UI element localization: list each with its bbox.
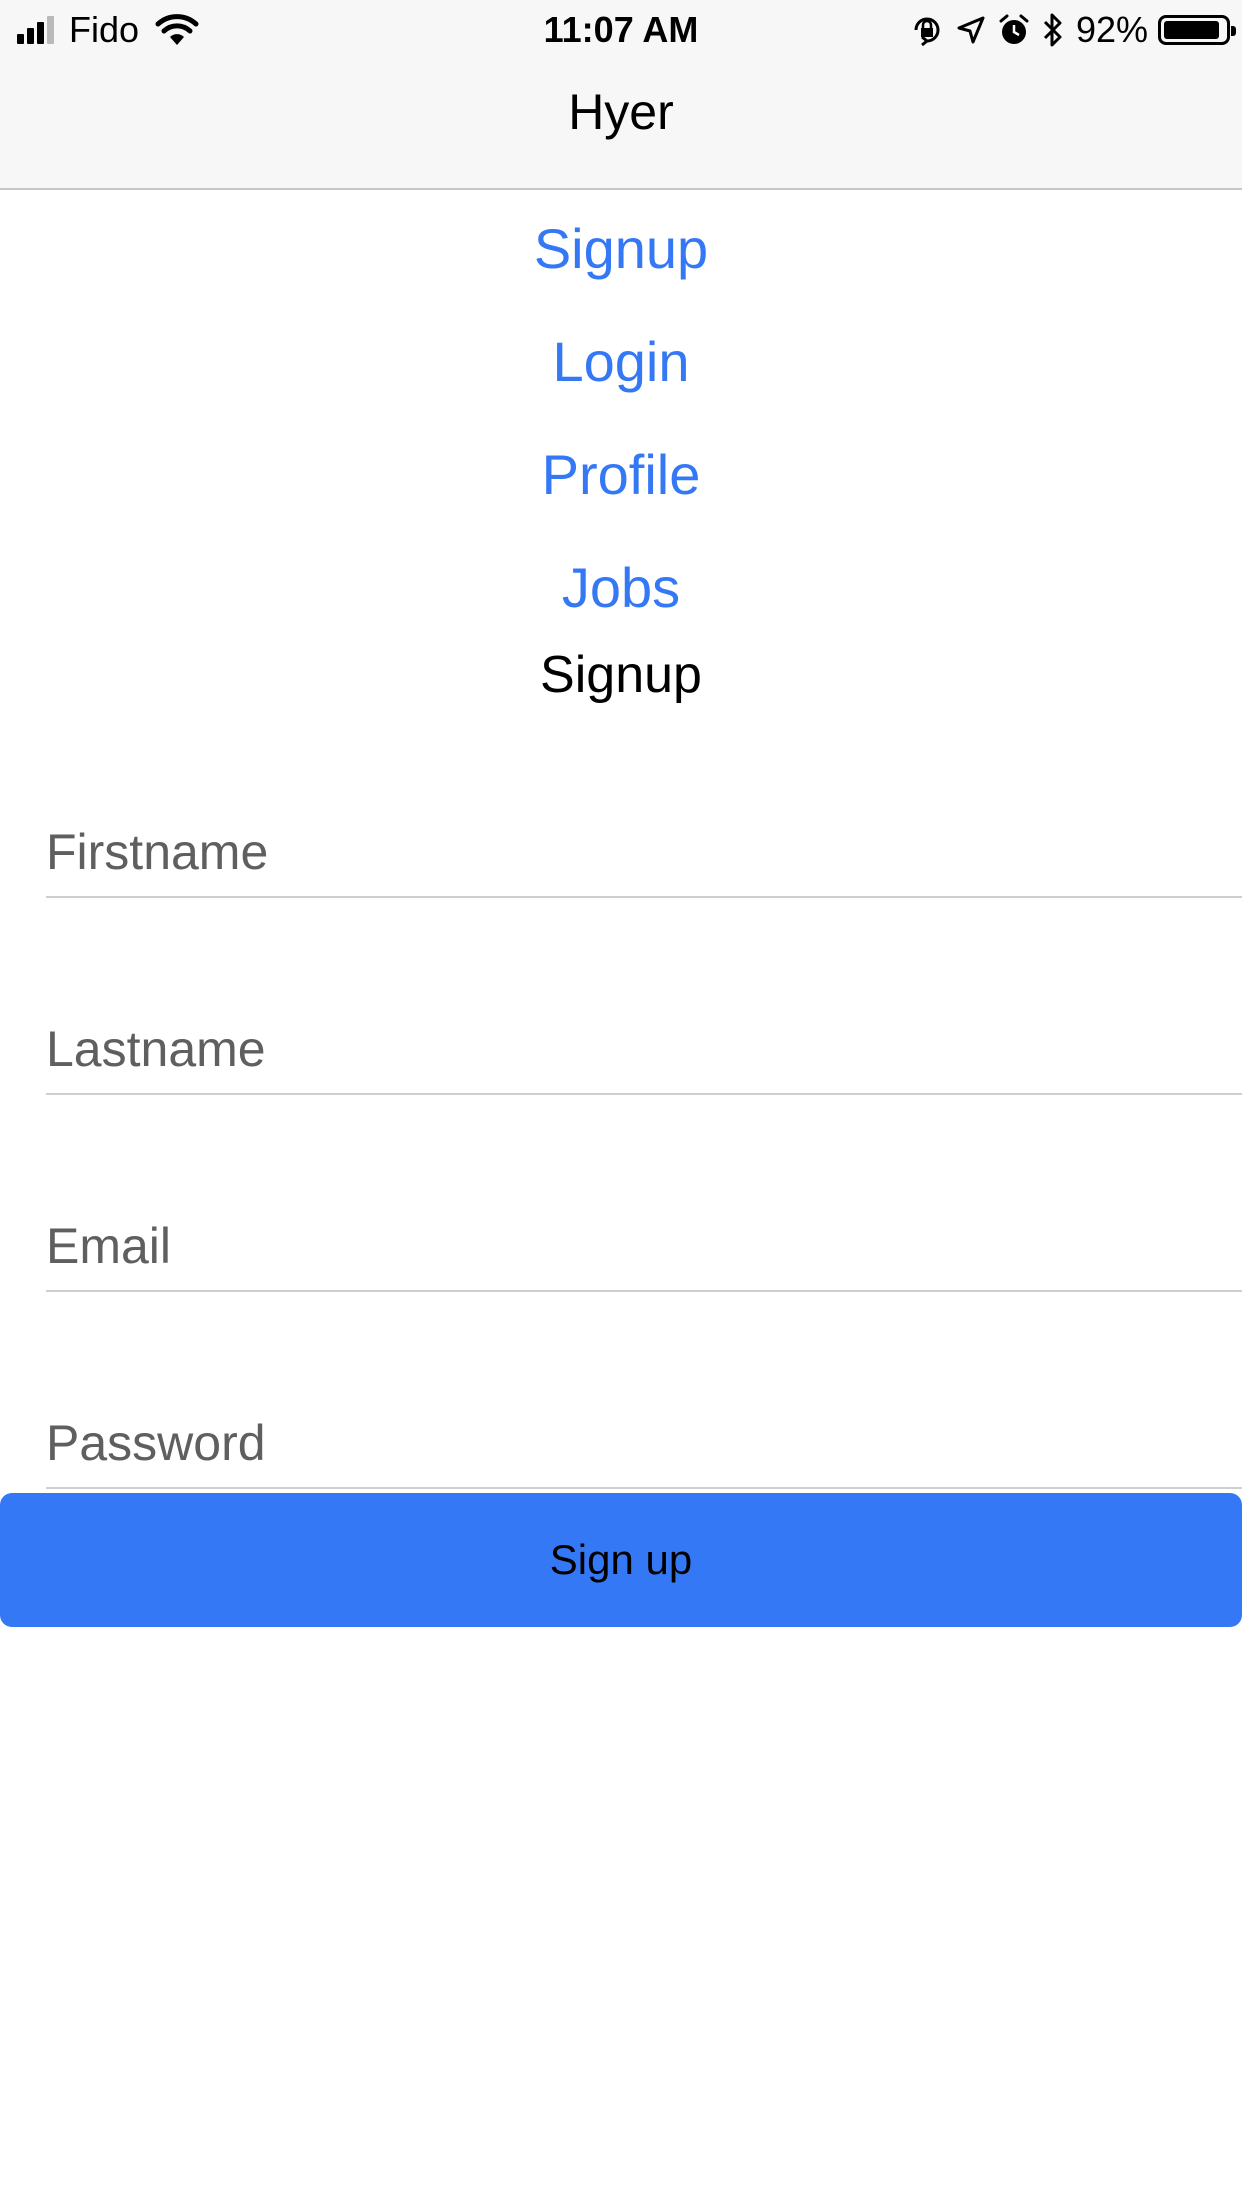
status-bar-right: 92% xyxy=(910,9,1236,50)
orientation-lock-icon xyxy=(910,13,944,47)
battery-icon xyxy=(1158,15,1236,45)
location-icon xyxy=(956,15,986,45)
battery-fill xyxy=(1164,21,1219,39)
nav-links: Signup Login Profile Jobs xyxy=(0,208,1242,660)
password-input[interactable] xyxy=(46,1399,1242,1487)
nav-title: Hyer xyxy=(568,84,674,140)
link-login[interactable]: Login xyxy=(0,321,1242,434)
status-bar: Fido 11:07 AM 92% xyxy=(0,0,1242,58)
link-profile[interactable]: Profile xyxy=(0,434,1242,547)
form-title: Signup xyxy=(540,646,702,704)
email-field-container xyxy=(46,1202,1242,1292)
carrier-name: Fido xyxy=(69,9,140,50)
lastname-input[interactable] xyxy=(46,1005,1242,1093)
battery-nub xyxy=(1231,26,1236,36)
wifi-icon xyxy=(155,13,199,47)
bluetooth-icon xyxy=(1042,12,1064,48)
navigation-bar: Hyer xyxy=(0,58,1242,190)
signal-icon xyxy=(17,16,57,44)
password-field-container xyxy=(46,1399,1242,1489)
link-signup[interactable]: Signup xyxy=(0,208,1242,321)
email-input[interactable] xyxy=(46,1202,1242,1290)
firstname-input[interactable] xyxy=(46,808,1242,896)
battery-percent: 92% xyxy=(1075,9,1148,50)
lastname-field-container xyxy=(46,1005,1242,1095)
firstname-field-container xyxy=(46,808,1242,898)
status-bar-left: Fido xyxy=(17,10,199,50)
alarm-icon xyxy=(998,13,1030,47)
sign-up-button[interactable]: Sign up xyxy=(0,1493,1242,1627)
